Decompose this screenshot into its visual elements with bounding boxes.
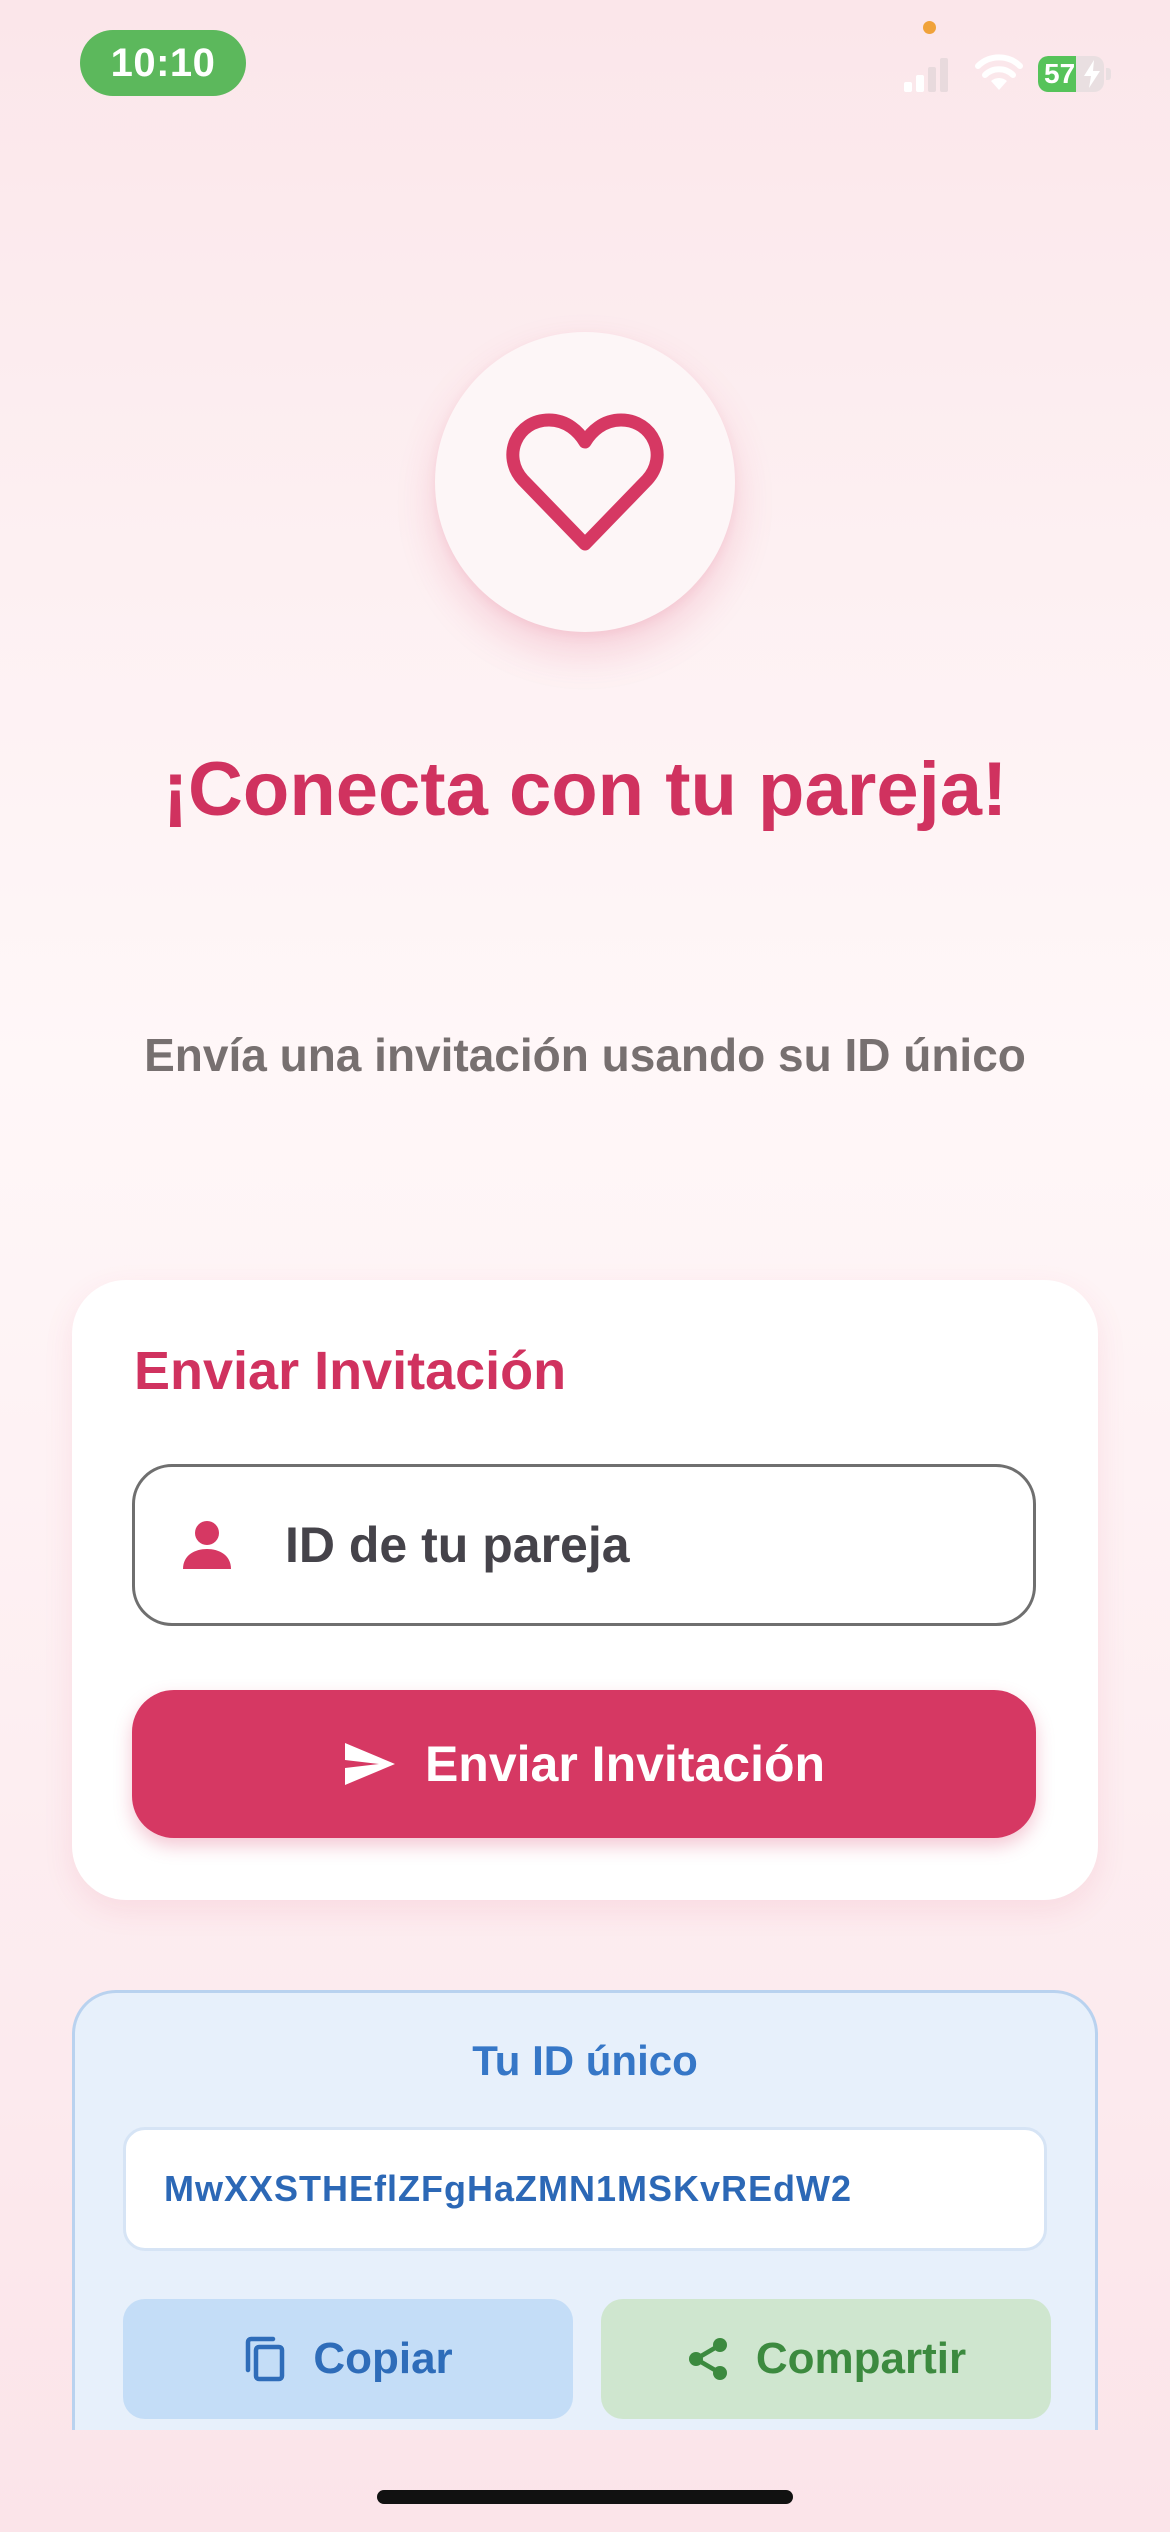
- copy-id-button-label: Copiar: [313, 2334, 453, 2383]
- page-title: ¡Conecta con tu pareja!: [162, 747, 1008, 832]
- status-time: 10:10: [80, 30, 246, 96]
- cellular-signal-icon: [904, 58, 948, 92]
- unique-id-card: Tu ID único MwXXSTHEflZFgHaZMN1MSKvREdW2…: [72, 1990, 1098, 2430]
- partner-id-field[interactable]: [132, 1464, 1036, 1626]
- share-id-button-label: Compartir: [755, 2334, 967, 2383]
- heart-badge: [435, 332, 735, 632]
- charging-bolt-icon: [1084, 60, 1100, 88]
- person-icon: [183, 1521, 231, 1569]
- share-icon: [688, 2338, 727, 2380]
- unique-id-title: Tu ID único: [472, 2037, 698, 2084]
- unique-id-box: MwXXSTHEflZFgHaZMN1MSKvREdW2: [123, 2127, 1047, 2251]
- privacy-indicator-dot: [923, 21, 936, 34]
- page-subtitle: Envía una invitación usando su ID único: [144, 1029, 1026, 1081]
- send-invitation-button[interactable]: Enviar Invitación: [132, 1690, 1036, 1838]
- send-invitation-title: Enviar Invitación: [134, 1341, 567, 1401]
- share-id-button[interactable]: Compartir: [601, 2299, 1051, 2419]
- wifi-icon: [975, 54, 1023, 90]
- send-invitation-button-label: Enviar Invitación: [424, 1736, 826, 1792]
- battery-indicator: 57: [1038, 56, 1112, 92]
- battery-level: 57: [1044, 58, 1076, 89]
- send-invitation-card: Enviar Invitación Enviar Invitación: [72, 1280, 1098, 1900]
- send-icon: [344, 1743, 395, 1785]
- heart-outline-icon: [506, 413, 664, 551]
- unique-id-value: MwXXSTHEflZFgHaZMN1MSKvREdW2: [164, 2168, 853, 2209]
- copy-id-button[interactable]: Copiar: [123, 2299, 573, 2419]
- home-indicator[interactable]: [377, 2490, 793, 2504]
- copy-icon: [246, 2336, 285, 2382]
- partner-id-input[interactable]: [285, 1516, 985, 1574]
